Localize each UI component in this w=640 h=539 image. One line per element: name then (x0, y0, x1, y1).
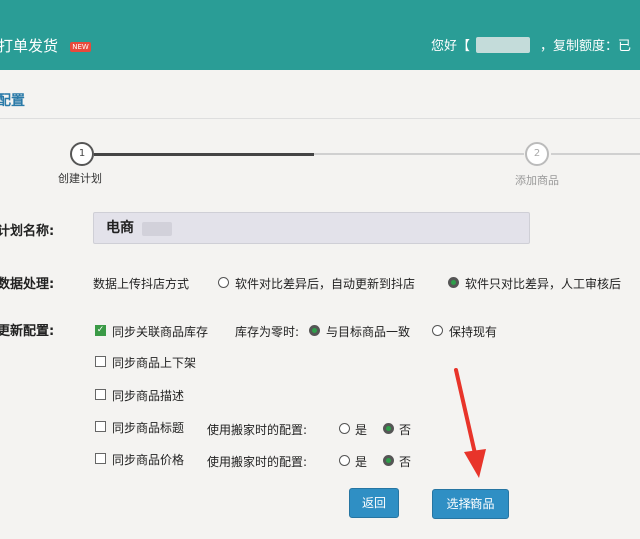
hand-cursor-icon: ☝ (466, 496, 475, 512)
red-arrow-annotation (454, 368, 486, 478)
